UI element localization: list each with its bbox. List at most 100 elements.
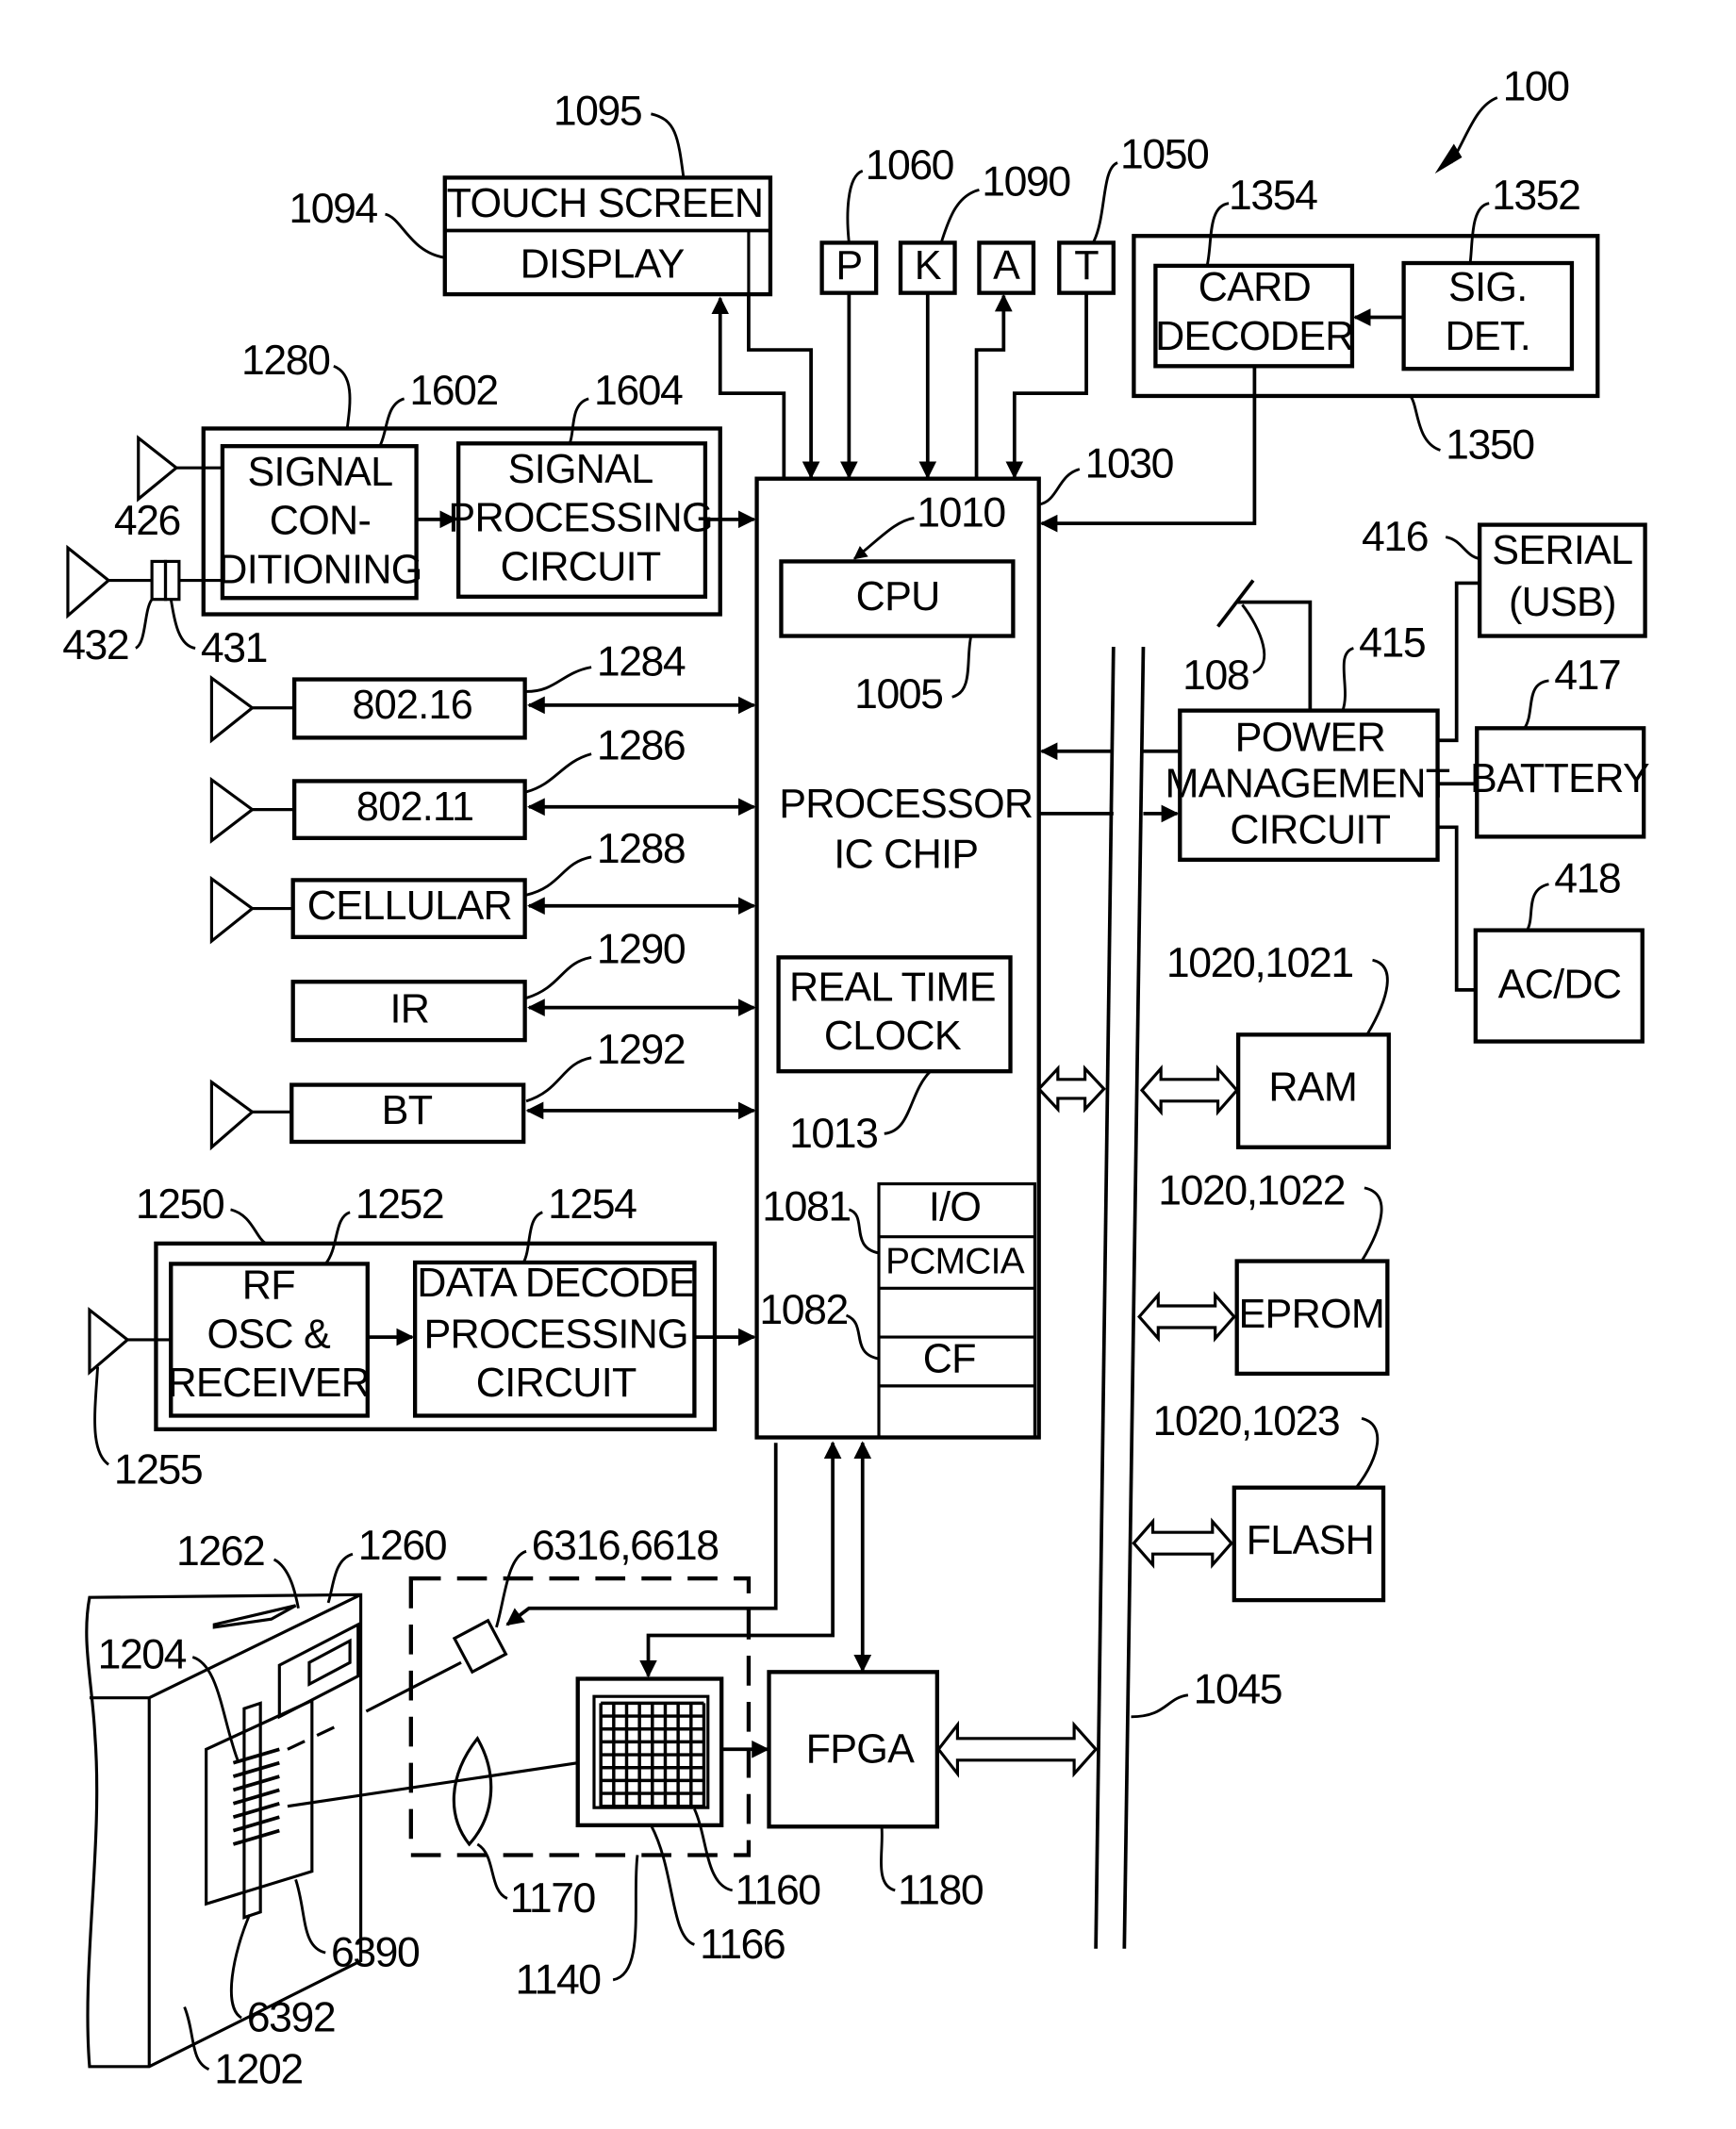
ref-1050: 1050 — [1120, 132, 1209, 178]
ref-1021: 1020,1021 — [1166, 940, 1353, 986]
rtc-label-2: CLOCK — [824, 1014, 962, 1059]
ref-1013: 1013 — [789, 1111, 877, 1157]
ref-1288: 1288 — [597, 826, 685, 872]
double-arrow-icon — [1137, 1291, 1236, 1343]
eprom: EPROM 1020,1022 — [1137, 1167, 1390, 1377]
card-decoder-label-1: CARD — [1199, 265, 1311, 310]
ref-1292: 1292 — [597, 1027, 685, 1073]
ref-1250: 1250 — [136, 1181, 224, 1228]
ref-1045: 1045 — [1194, 1667, 1281, 1713]
antenna-icon — [66, 544, 111, 619]
ref-1140: 1140 — [516, 1956, 602, 2003]
ref-1255: 1255 — [114, 1447, 202, 1494]
key-k-label: K — [915, 243, 942, 289]
barcode-icon — [232, 1747, 280, 1846]
ref-108: 108 — [1182, 652, 1248, 699]
ref-432: 432 — [62, 622, 128, 668]
ref-1354: 1354 — [1229, 173, 1317, 219]
ref-426: 426 — [114, 498, 180, 544]
antenna-icon — [137, 435, 179, 503]
antenna-icon — [209, 875, 256, 945]
processor-label-1: PROCESSOR — [779, 782, 1033, 827]
ref-1022: 1020,1022 — [1158, 1167, 1345, 1213]
ref-1180: 1180 — [898, 1868, 984, 1914]
memories: RAM 1020,1021 EPROM 1020,1022 FLASH 1020… — [1132, 940, 1391, 1603]
sig-det-label-1: SIG. — [1448, 265, 1527, 310]
rtc-label-1: REAL TIME — [789, 965, 996, 1010]
double-arrow-icon — [1139, 1064, 1239, 1116]
ram-label: RAM — [1268, 1065, 1357, 1111]
radio-bt: BT 1292 — [209, 1027, 756, 1151]
radio-80211: 802.11 1286 — [209, 723, 756, 844]
sig-det-label-2: DET. — [1445, 314, 1530, 359]
touch-screen-label: TOUCH SCREEN — [447, 181, 764, 226]
ref-1023: 1020,1023 — [1153, 1398, 1340, 1444]
antenna-icon — [209, 776, 256, 844]
cf-label: CF — [923, 1336, 976, 1381]
ref-1170: 1170 — [510, 1875, 596, 1922]
data-decode-label-3: CIRCUIT — [476, 1361, 637, 1406]
key-p-label: P — [835, 243, 862, 289]
ref-6390: 6390 — [331, 1930, 420, 1976]
radio-80216-label: 802.16 — [352, 683, 472, 728]
ref-1095: 1095 — [554, 89, 641, 135]
double-arrow-icon — [1036, 1064, 1106, 1114]
acdc-label: AC/DC — [1498, 962, 1622, 1007]
signal-conditioning-label-2: CON- — [270, 499, 371, 544]
ref-1082: 1082 — [759, 1287, 847, 1333]
radio-80211-label: 802.11 — [356, 784, 473, 830]
ir-label: IR — [390, 986, 430, 1031]
io-label: I/O — [929, 1184, 981, 1230]
ref-1350: 1350 — [1446, 421, 1534, 468]
signal-conditioning-label-3: DITIONING — [218, 547, 422, 592]
ref-1010: 1010 — [917, 489, 1005, 536]
ref-6392: 6392 — [247, 1995, 335, 2041]
ref-100: 100 — [1503, 64, 1570, 110]
ref-1290: 1290 — [597, 926, 686, 972]
figure-ref-100: 100 — [1434, 64, 1571, 174]
ref-1202: 1202 — [214, 2046, 302, 2092]
fpga-label: FPGA — [806, 1727, 915, 1773]
serial-label-1: SERIAL — [1492, 528, 1632, 573]
pcmcia-label: PCMCIA — [885, 1242, 1025, 1282]
ref-1030: 1030 — [1085, 441, 1174, 487]
cpu-label: CPU — [856, 574, 940, 619]
power-mgmt-label-1: POWER — [1235, 716, 1385, 761]
ref-1604: 1604 — [594, 368, 683, 414]
antenna-icon — [209, 1079, 256, 1151]
target-object: 1262 1260 1204 6390 6392 1202 — [85, 1523, 448, 2092]
top-wires — [711, 292, 1088, 480]
ref-1602: 1602 — [409, 368, 497, 414]
ref-1094: 1094 — [289, 186, 377, 232]
rf-osc-label-3: RECEIVER — [167, 1361, 370, 1406]
ref-1352: 1352 — [1492, 173, 1579, 219]
double-arrow-icon — [1132, 1517, 1234, 1569]
touch-screen-display: TOUCH SCREEN DISPLAY 1095 1094 — [289, 89, 773, 297]
lens-icon — [452, 1735, 493, 1847]
data-decode-label-1: DATA DECODE — [417, 1261, 695, 1306]
ref-1090: 1090 — [982, 158, 1070, 205]
signal-processing-label-3: CIRCUIT — [501, 544, 661, 589]
serial-label-2: (USB) — [1509, 580, 1616, 625]
ref-431: 431 — [201, 625, 267, 671]
radio-ir: IR 1290 — [290, 926, 756, 1043]
ref-1060: 1060 — [866, 142, 954, 189]
rf-osc-label-1: RF — [242, 1263, 295, 1309]
ref-6316-6618: 6316,6618 — [532, 1523, 719, 1569]
antenna-icon — [88, 1307, 130, 1376]
battery-label: BATTERY — [1470, 756, 1649, 801]
ref-1005: 1005 — [854, 671, 942, 718]
bt-label: BT — [382, 1088, 433, 1133]
ref-417: 417 — [1554, 652, 1620, 699]
flash-label: FLASH — [1247, 1518, 1374, 1563]
ref-418: 418 — [1554, 856, 1620, 902]
ref-1160: 1160 — [736, 1868, 821, 1914]
ref-1254: 1254 — [548, 1181, 637, 1228]
cellular-label: CELLULAR — [307, 883, 512, 929]
signal-conditioning-group: SIGNAL CON- DITIONING SIGNAL PROCESSING … — [62, 338, 756, 671]
display-label: DISPLAY — [521, 242, 685, 288]
ref-1280: 1280 — [241, 338, 330, 384]
eprom-label: EPROM — [1239, 1292, 1385, 1337]
ref-1081: 1081 — [762, 1184, 850, 1230]
ref-416: 416 — [1362, 514, 1428, 560]
